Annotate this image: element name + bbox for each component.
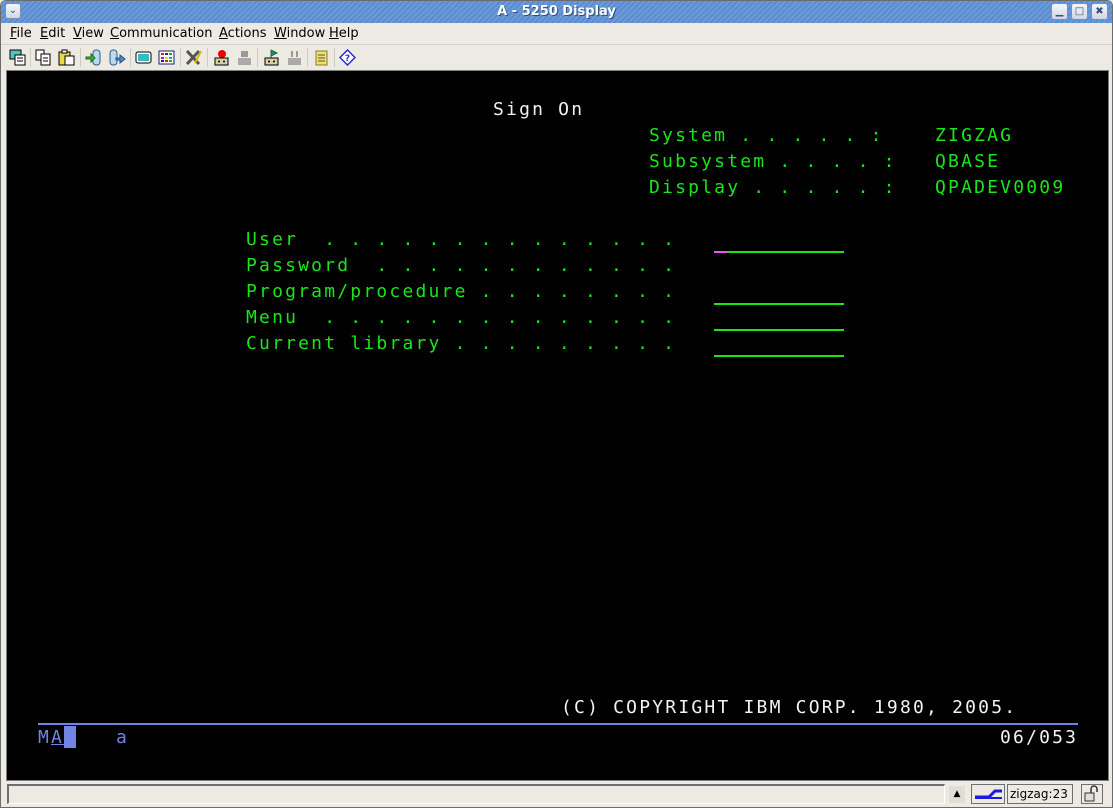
menu-accel: W: [274, 26, 287, 41]
field-label-current-library: Current library . . . . . . . . .: [246, 333, 677, 354]
menu-label: iew: [81, 26, 104, 41]
menu-input[interactable]: [714, 329, 844, 331]
menu-accel: V: [73, 26, 82, 41]
info-value-system: ZIGZAG: [935, 125, 1014, 146]
play-macro-icon[interactable]: [263, 49, 280, 66]
close-button[interactable]: ✖: [1091, 3, 1108, 20]
menu-bar: File Edit View Communication Actions Win…: [1, 23, 1112, 45]
help-icon[interactable]: ?: [338, 48, 357, 67]
svg-text:?: ?: [345, 54, 350, 64]
status-message: [7, 784, 945, 804]
copy-icon[interactable]: [35, 49, 52, 66]
menu-edit[interactable]: Edit: [40, 26, 65, 41]
user-input[interactable]: [714, 251, 844, 253]
info-label-system: System . . . . . :: [649, 125, 884, 146]
window-title: A - 5250 Display: [497, 4, 616, 19]
info-label-display: Display . . . . . :: [649, 177, 897, 198]
info-value-subsystem: QBASE: [935, 151, 1001, 172]
password-input[interactable]: [714, 255, 844, 277]
notes-icon[interactable]: [313, 49, 330, 66]
stop-macro-icon[interactable]: [236, 49, 253, 66]
minimize-icon: ▁: [1055, 6, 1064, 17]
display-icon[interactable]: [135, 49, 152, 66]
menu-label: ile: [16, 26, 32, 41]
unlock-icon: [1084, 785, 1098, 802]
copyright-notice: (C) COPYRIGHT IBM CORP. 1980, 2005.: [561, 697, 1018, 718]
menu-accel: A: [219, 26, 228, 41]
toolbar-separator: [257, 48, 258, 67]
field-label-program-procedure: Program/procedure . . . . . . . .: [246, 281, 677, 302]
status-bar: ▲ zigzag:23: [1, 782, 1112, 807]
field-label-password: Password . . . . . . . . . . . .: [246, 255, 677, 276]
menu-accel: E: [40, 26, 49, 41]
menu-view[interactable]: View: [73, 26, 104, 41]
paste-icon[interactable]: [58, 49, 75, 66]
menu-help[interactable]: Help: [329, 26, 359, 41]
toolbar-separator: [80, 48, 81, 67]
minimize-button[interactable]: ▁: [1051, 3, 1068, 20]
field-label-user: User . . . . . . . . . . . . . .: [246, 229, 677, 250]
oia-cursor-block: [64, 726, 76, 748]
connection-status: [971, 784, 1005, 804]
record-macro-icon[interactable]: [213, 49, 230, 66]
screen-title: Sign On: [493, 99, 585, 120]
scroll-up-arrow-icon[interactable]: ▲: [949, 786, 965, 803]
security-status[interactable]: [1081, 784, 1103, 804]
oia-mode-a: A: [51, 727, 65, 748]
toolbar: ?: [1, 45, 1112, 70]
menu-actions[interactable]: Actions: [219, 26, 267, 41]
text-cursor: [714, 251, 727, 253]
send-file-icon[interactable]: [85, 49, 102, 66]
connection-icon: [975, 789, 1002, 799]
info-value-display: QPADEV0009: [935, 177, 1066, 198]
oia-shift-indicator: a: [116, 727, 130, 748]
toolbar-separator: [30, 48, 31, 67]
menu-window[interactable]: Window: [274, 26, 325, 41]
oia-mode-m: M: [38, 727, 52, 748]
menu-accel: C: [110, 26, 120, 41]
menu-file[interactable]: File: [10, 26, 32, 41]
app-window: ⌄ A - 5250 Display ▁ □ ✖ File Edit View …: [0, 0, 1113, 808]
menu-accel: H: [329, 26, 339, 41]
cursor-position: 06/053: [1000, 727, 1079, 748]
pause-macro-icon[interactable]: [286, 49, 303, 66]
receive-file-icon[interactable]: [109, 49, 126, 66]
menu-label: dit: [48, 26, 66, 41]
current-library-input[interactable]: [714, 355, 844, 357]
terminal-screen[interactable]: Sign On System . . . . . : ZIGZAG Subsys…: [6, 70, 1109, 781]
menu-communication[interactable]: Communication: [110, 26, 212, 41]
program-procedure-input[interactable]: [714, 303, 844, 305]
maximize-icon: □: [1074, 6, 1085, 17]
print-screen-icon[interactable]: [9, 49, 26, 66]
toolbar-separator: [334, 48, 335, 67]
menu-label: indow: [286, 26, 326, 41]
oia-separator: [38, 723, 1078, 725]
menu-label: elp: [338, 26, 359, 41]
toolbar-separator: [307, 48, 308, 67]
title-bar[interactable]: ⌄ A - 5250 Display ▁ □ ✖: [1, 1, 1112, 24]
host-indicator: zigzag:23: [1007, 784, 1073, 804]
menu-label: ommunication: [119, 26, 213, 41]
info-label-subsystem: Subsystem . . . . :: [649, 151, 897, 172]
keypad-icon[interactable]: [158, 49, 175, 66]
maximize-button[interactable]: □: [1071, 3, 1088, 20]
menu-label: ctions: [227, 26, 267, 41]
toolbar-separator: [207, 48, 208, 67]
toolbar-separator: [180, 48, 181, 67]
close-icon: ✖: [1095, 6, 1104, 17]
macro-edit-icon[interactable]: [185, 49, 202, 66]
toolbar-separator: [130, 48, 131, 67]
field-label-menu: Menu . . . . . . . . . . . . . .: [246, 307, 677, 328]
